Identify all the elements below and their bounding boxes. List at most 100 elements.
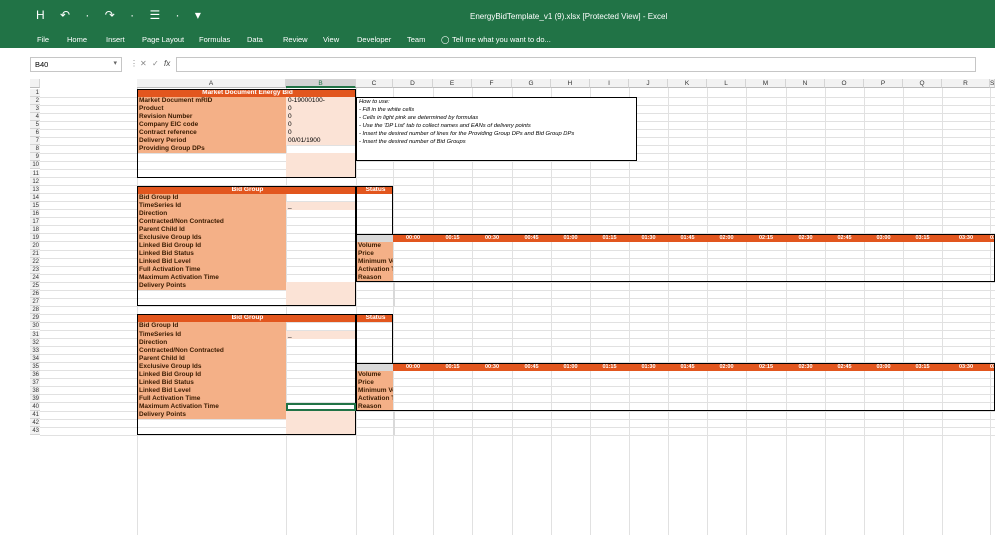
row-header[interactable]: 23 [30,266,40,275]
row-header[interactable]: 19 [30,233,40,242]
row-header[interactable]: 5 [30,121,40,130]
gridline [864,88,865,535]
tab-view[interactable]: View [323,35,339,44]
select-all-corner[interactable] [30,79,40,88]
column-header-e[interactable]: E [433,79,472,88]
chevron-down-icon[interactable]: ▾ [113,59,117,67]
row-header[interactable]: 35 [30,362,40,371]
title-bar: H ↶ · ↷ · ☰ · ▾ EnergyBidTemplate_v1 (9)… [0,0,995,32]
row-header[interactable]: 18 [30,225,40,234]
market-border [137,89,356,178]
row-header[interactable]: 1 [30,89,40,98]
row-header[interactable]: 27 [30,298,40,307]
row-header[interactable]: 3 [30,105,40,114]
gridline [746,88,747,535]
tell-me-search[interactable]: Tell me what you want to do... [452,35,551,44]
row-header[interactable]: 17 [30,217,40,226]
row-header[interactable]: 41 [30,411,40,420]
row-header[interactable]: 43 [30,427,40,436]
how-to-line: - Insert the desired number of lines for… [359,131,575,137]
row-header[interactable]: 9 [30,153,40,162]
column-header-s[interactable]: S [990,79,995,88]
column-header-a[interactable]: A [137,79,286,88]
column-header-j[interactable]: J [629,79,668,88]
column-header-n[interactable]: N [786,79,825,88]
column-header-b[interactable]: B [286,79,356,88]
column-header-k[interactable]: K [668,79,707,88]
values-border [356,233,995,283]
spreadsheet-grid[interactable]: A B C D E F G H I J K L M N O P Q R S 1 2 3 4 5 6 7 8 9 10 11 12 13 14 15… [30,79,995,535]
row-header[interactable]: 32 [30,338,40,347]
column-header-o[interactable]: O [825,79,864,88]
quick-access-toolbar[interactable]: H ↶ · ↷ · ☰ · ▾ [36,8,207,22]
cancel-icon[interactable]: ✕ [140,59,147,68]
row-header[interactable]: 31 [30,330,40,339]
tab-data[interactable]: Data [247,35,263,44]
row-header[interactable]: 30 [30,322,40,331]
grey-area [393,411,395,436]
window-title: EnergyBidTemplate_v1 (9).xlsx [Protected… [470,12,668,21]
row-header[interactable]: 21 [30,250,40,259]
tab-team[interactable]: Team [407,35,425,44]
selected-cell[interactable] [286,402,356,411]
enter-icon[interactable]: ✓ [152,59,159,68]
tab-file[interactable]: File [37,35,49,44]
column-header-q[interactable]: Q [903,79,942,88]
row-header[interactable]: 42 [30,419,40,428]
column-header-i[interactable]: I [590,79,629,88]
row-header[interactable]: 10 [30,161,40,170]
function-icon[interactable]: fx [164,59,170,68]
row-header[interactable]: 2 [30,97,40,106]
column-header-h[interactable]: H [551,79,590,88]
gridline [707,88,708,535]
grey-area [393,282,395,307]
tab-review[interactable]: Review [283,35,308,44]
row-header[interactable]: 39 [30,394,40,403]
row-header[interactable]: 8 [30,145,40,154]
row-header[interactable]: 6 [30,129,40,138]
row-header[interactable]: 13 [30,185,40,194]
row-header[interactable]: 16 [30,209,40,218]
column-header-g[interactable]: G [512,79,551,88]
row-header[interactable]: 34 [30,354,40,363]
ribbon-tabs: File Home Insert Page Layout Formulas Da… [0,32,995,48]
row-header[interactable]: 15 [30,201,40,210]
row-header[interactable]: 24 [30,274,40,283]
column-header-r[interactable]: R [942,79,990,88]
tab-page-layout[interactable]: Page Layout [142,35,184,44]
row-header[interactable]: 36 [30,370,40,379]
column-header-m[interactable]: M [746,79,786,88]
row-header[interactable]: 26 [30,290,40,299]
more-icon: ⋮ [130,59,138,68]
tab-formulas[interactable]: Formulas [199,35,230,44]
column-header-c[interactable]: C [356,79,393,88]
row-header[interactable]: 7 [30,137,40,146]
row-header[interactable]: 38 [30,386,40,395]
formula-input[interactable] [176,57,976,72]
tab-developer[interactable]: Developer [357,35,391,44]
row-header[interactable]: 20 [30,241,40,250]
row-header[interactable]: 29 [30,314,40,323]
row-header[interactable]: 25 [30,282,40,291]
row-header[interactable]: 33 [30,346,40,355]
column-header-f[interactable]: F [472,79,512,88]
name-box[interactable]: B40 ▾ [30,57,122,72]
row-header[interactable]: 4 [30,113,40,122]
how-to-line: - Cells in light pink are determined by … [359,115,479,121]
how-to-line: - Insert the desired number of Bid Group… [359,139,466,145]
tab-home[interactable]: Home [67,35,87,44]
row-header[interactable]: 12 [30,177,40,186]
column-header-l[interactable]: L [707,79,746,88]
bid-group-border [137,185,356,307]
column-header-d[interactable]: D [393,79,433,88]
tab-insert[interactable]: Insert [106,35,125,44]
row-header[interactable]: 14 [30,193,40,202]
column-header-p[interactable]: P [864,79,903,88]
row-header[interactable]: 28 [30,306,40,315]
gridline [942,88,943,535]
row-header[interactable]: 40 [30,402,40,411]
row-header[interactable]: 11 [30,169,40,178]
gridline [825,88,826,535]
row-header[interactable]: 22 [30,258,40,267]
row-header[interactable]: 37 [30,378,40,387]
